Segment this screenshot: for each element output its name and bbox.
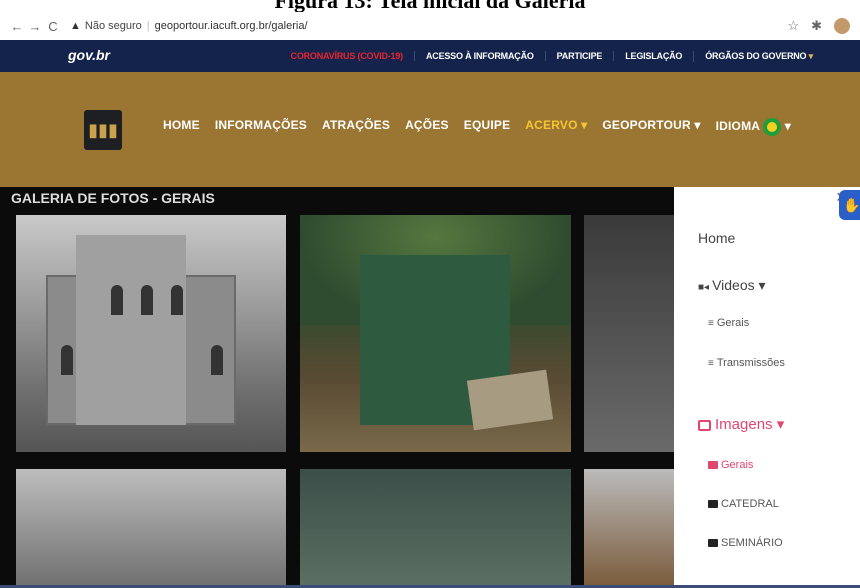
nav-acervo[interactable]: ACERVO ▾: [525, 118, 587, 136]
extensions-icon[interactable]: ✱: [811, 18, 822, 34]
image-icon: [698, 419, 711, 431]
gov-link-participe[interactable]: PARTICIPE: [544, 51, 614, 61]
side-menu-home[interactable]: Home: [698, 230, 735, 246]
side-menu-catedral[interactable]: CATEDRAL: [708, 498, 779, 510]
gov-link-legislacao[interactable]: LEGISLAÇÃO: [613, 51, 693, 61]
warning-icon: ▲: [70, 20, 81, 32]
main-navigation: ▮▮▮ HOME INFORMAÇÕES ATRAÇÕES AÇÕES EQUI…: [0, 72, 860, 187]
nav-idioma[interactable]: IDIOMA ▾: [716, 118, 791, 136]
nav-atracoes[interactable]: ATRAÇÕES: [322, 118, 390, 136]
bookmark-star-icon[interactable]: ☆: [787, 18, 799, 34]
side-menu-catedral-label: CATEDRAL: [721, 498, 779, 510]
nav-idioma-label: IDIOMA: [715, 119, 761, 134]
gallery-photo-kiosk[interactable]: [300, 215, 571, 452]
chevron-down-icon: ▾: [808, 50, 814, 61]
gov-bar: gov.br CORONAVÍRUS (COVID-19) ACESSO À I…: [0, 40, 860, 72]
folder-icon: [708, 500, 718, 509]
back-icon[interactable]: ←: [8, 19, 26, 34]
site-logo[interactable]: ▮▮▮: [84, 110, 122, 150]
browser-toolbar: ← → C ▲ Não seguro | geoportour.iacuft.o…: [0, 12, 860, 40]
gallery-photo[interactable]: [584, 215, 674, 452]
side-menu-videos-gerais[interactable]: ≡ Gerais: [708, 317, 749, 329]
side-menu-videos[interactable]: ■◂ Videos ▾: [698, 277, 766, 294]
nav-home[interactable]: HOME: [163, 118, 200, 136]
gallery: GALERIA DE FOTOS - GERAIS: [0, 187, 674, 588]
govbr-logo[interactable]: gov.br: [68, 47, 110, 63]
chevron-down-icon: ▾: [784, 119, 791, 134]
menu: HOME INFORMAÇÕES ATRAÇÕES AÇÕES EQUIPE A…: [163, 118, 791, 136]
side-menu-transmissoes-label: Transmissões: [716, 357, 785, 369]
gov-link-covid[interactable]: CORONAVÍRUS (COVID-19): [280, 51, 414, 61]
figure-caption: Figura 13: Tela inicial da Galeria: [274, 0, 586, 13]
church-window-shape: [211, 345, 223, 375]
profile-avatar[interactable]: [834, 18, 850, 34]
video-icon: ■◂: [698, 282, 710, 293]
church-window-shape: [111, 285, 123, 315]
gallery-photo[interactable]: [16, 469, 286, 588]
nav-informacoes[interactable]: INFORMAÇÕES: [215, 118, 307, 136]
url-separator: |: [146, 20, 150, 32]
forward-icon[interactable]: →: [26, 19, 44, 34]
church-window-shape: [61, 345, 73, 375]
gov-link-acesso[interactable]: ACESSO À INFORMAÇÃO: [413, 51, 545, 61]
gallery-title: GALERIA DE FOTOS - GERAIS: [11, 190, 215, 206]
side-menu: × Home ■◂Videos ▾ ≡Gerais ≡Transmissões …: [674, 187, 860, 588]
list-icon: ≡: [708, 318, 714, 329]
security-label: Não seguro: [84, 20, 142, 32]
brazil-flag-icon: [763, 118, 782, 136]
placard-shape: [466, 369, 554, 431]
reload-icon[interactable]: C: [44, 19, 62, 34]
address-bar[interactable]: geoportour.iacuft.org.br/galeria/: [155, 20, 308, 32]
gallery-photo-church[interactable]: [16, 215, 286, 452]
side-menu-transmissoes[interactable]: ≡ Transmissões: [708, 357, 785, 369]
gallery-photo[interactable]: [584, 469, 674, 588]
side-menu-imagens[interactable]: Imagens ▾: [698, 415, 784, 433]
side-menu-seminario-label: SEMINÁRIO: [721, 537, 783, 549]
side-menu-imagens-gerais[interactable]: Gerais: [708, 459, 753, 471]
gallery-photo[interactable]: [300, 469, 571, 588]
gov-link-orgaos-label: ÓRGÃOS DO GOVERNO: [705, 50, 807, 61]
church-window-shape: [141, 285, 153, 315]
folder-icon: [708, 461, 718, 470]
list-icon: ≡: [708, 358, 714, 369]
church-window-shape: [171, 285, 183, 315]
gov-link-orgaos[interactable]: ÓRGÃOS DO GOVERNO ▾: [693, 50, 824, 62]
side-menu-videos-gerais-label: Gerais: [716, 317, 750, 329]
gov-links: CORONAVÍRUS (COVID-19) ACESSO À INFORMAÇ…: [280, 40, 824, 72]
church-tower-shape: [76, 235, 186, 425]
side-menu-imagens-gerais-label: Gerais: [721, 459, 754, 471]
nav-acoes[interactable]: AÇÕES: [405, 118, 449, 136]
side-menu-seminario[interactable]: SEMINÁRIO: [708, 537, 783, 549]
side-menu-imagens-label: Imagens ▾: [715, 416, 785, 433]
nav-equipe[interactable]: EQUIPE: [464, 118, 511, 136]
nav-geoportour[interactable]: GEOPORTOUR ▾: [602, 118, 700, 136]
browser-actions: ☆ ✱: [787, 18, 850, 34]
accessibility-hand-icon[interactable]: ✋: [839, 190, 860, 220]
folder-icon: [708, 539, 718, 548]
side-menu-videos-label: Videos ▾: [712, 277, 766, 293]
